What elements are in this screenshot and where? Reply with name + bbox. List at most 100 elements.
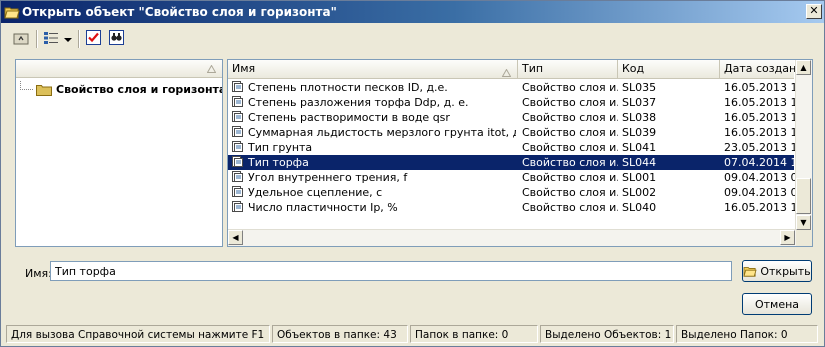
list-row[interactable]: Суммарная льдистость мерзлого грунта ito…	[228, 125, 796, 140]
scroll-thumb[interactable]	[796, 178, 811, 214]
list-rows: Степень плотности песков ID, д.е. Свойств…	[228, 80, 796, 215]
arrow-up-icon: ▲	[800, 63, 807, 72]
cell-type: Свойство слоя и...	[522, 126, 618, 139]
vertical-scrollbar[interactable]: ▲ ▼	[795, 60, 812, 230]
list-row[interactable]: Число пластичности Ip, % Свойство слоя и.…	[228, 200, 796, 215]
tree-connector	[20, 81, 33, 90]
view-mode-button[interactable]	[41, 29, 61, 49]
cell-type: Свойство слоя и...	[522, 156, 618, 169]
find-icon	[108, 30, 124, 48]
cell-type: Свойство слоя и...	[522, 171, 618, 184]
cell-date: 07.04.2014 11:4	[724, 156, 796, 169]
document-icon	[232, 201, 243, 212]
cell-code: SL039	[622, 126, 657, 139]
document-icon	[232, 81, 243, 92]
list-row[interactable]: Тип грунта Свойство слоя и... SL041 23.05.2…	[228, 140, 796, 155]
cell-name: Суммарная льдистость мерзлого грунта ito…	[232, 125, 516, 140]
column-header-name[interactable]: Имя	[228, 60, 518, 78]
sort-arrow-icon	[206, 63, 217, 76]
scroll-right-button[interactable]: ▶	[780, 230, 795, 245]
column-header-type[interactable]: Тип	[518, 60, 618, 78]
folder-tree[interactable]: Свойство слоя и горизонта	[15, 59, 223, 247]
status-selected-objects: Выделено Объектов: 1	[540, 325, 674, 343]
status-selected-folders: Выделено Папок: 0	[676, 325, 818, 343]
cell-name: Тип грунта	[232, 140, 516, 155]
cell-date: 09.04.2013 09:5	[724, 171, 796, 184]
tree-item-root[interactable]: Свойство слоя и горизонта	[20, 81, 223, 96]
cell-type: Свойство слоя и...	[522, 111, 618, 124]
cell-type: Свойство слоя и...	[522, 81, 618, 94]
cell-name: Удельное сцепление, c	[232, 185, 516, 200]
arrow-right-icon: ▶	[784, 233, 791, 242]
title-bar[interactable]: Открыть объект "Свойство слоя и горизонт…	[1, 1, 824, 23]
status-bar: Для вызова Справочной системы нажмите F1…	[4, 325, 821, 345]
cancel-button[interactable]: Отмена	[742, 293, 812, 315]
cell-name: Тип торфа	[232, 155, 516, 170]
close-icon: ✕	[809, 4, 819, 17]
cell-name: Число пластичности Ip, %	[232, 200, 516, 215]
cell-code: SL038	[622, 111, 657, 124]
up-folder-icon	[13, 31, 29, 48]
window-title: Открыть объект "Свойство слоя и горизонт…	[22, 5, 337, 19]
document-icon	[232, 96, 243, 107]
document-icon	[232, 171, 243, 182]
cell-date: 16.05.2013 10:3	[724, 81, 796, 94]
list-header: Имя Тип Код Дата создания	[228, 60, 798, 79]
cell-code: SL037	[622, 96, 657, 109]
sort-arrow-icon	[501, 65, 512, 78]
tree-header	[16, 60, 222, 78]
cell-code: SL040	[622, 201, 657, 214]
cell-type: Свойство слоя и...	[522, 96, 618, 109]
column-header-code[interactable]: Код	[618, 60, 720, 78]
cell-date: 16.05.2013 10:3	[724, 96, 796, 109]
list-row[interactable]: Степень разложения торфа Ddp, д. е. Свойс…	[228, 95, 796, 110]
cell-type: Свойство слоя и...	[522, 201, 618, 214]
tree-item-label: Свойство слоя и горизонта	[56, 83, 223, 96]
up-folder-button[interactable]	[11, 29, 31, 49]
name-input[interactable]	[50, 261, 732, 281]
close-button[interactable]: ✕	[806, 4, 822, 19]
column-header-date[interactable]: Дата создания	[720, 60, 798, 78]
arrow-down-icon: ▼	[800, 218, 807, 227]
cell-name: Степень разложения торфа Ddp, д. е.	[232, 95, 516, 110]
cell-code: SL041	[622, 141, 657, 154]
document-icon	[232, 126, 243, 137]
dropdown-arrow-icon	[64, 33, 72, 46]
cell-date: 16.05.2013 10:3	[724, 201, 796, 214]
list-row[interactable]: Удельное сцепление, c Свойство слоя и... S…	[228, 185, 796, 200]
list-row[interactable]: Угол внутреннего трения, f Свойство слоя …	[228, 170, 796, 185]
scroll-up-button[interactable]: ▲	[796, 60, 811, 75]
cancel-button-label: Отмена	[754, 297, 800, 311]
open-button[interactable]: Открыть	[742, 260, 812, 282]
scroll-down-button[interactable]: ▼	[796, 215, 811, 230]
open-object-dialog: Открыть объект "Свойство слоя и горизонт…	[0, 0, 825, 347]
scroll-left-button[interactable]: ◀	[228, 230, 243, 245]
horizontal-scrollbar[interactable]: ◀ ▶	[228, 229, 796, 246]
status-hint: Для вызова Справочной системы нажмите F1	[6, 325, 270, 343]
toolbar	[1, 24, 824, 52]
cell-code: SL002	[622, 186, 657, 199]
document-icon	[232, 186, 243, 197]
arrow-left-icon: ◀	[232, 233, 239, 242]
object-list[interactable]: Имя Тип Код Дата создания Степень плотно…	[227, 59, 813, 247]
open-folder-icon	[4, 4, 20, 20]
list-row[interactable]: Степень плотности песков ID, д.е. Свойств…	[228, 80, 796, 95]
select-button[interactable]	[83, 29, 103, 49]
status-objects-count: Объектов в папке: 43	[272, 325, 408, 343]
toolbar-separator	[78, 30, 80, 48]
cell-date: 23.05.2013 10:0	[724, 141, 796, 154]
cell-code: SL044	[622, 156, 657, 169]
find-button[interactable]	[106, 29, 126, 49]
cell-code: SL035	[622, 81, 657, 94]
view-mode-dropdown[interactable]	[62, 29, 74, 49]
toolbar-separator	[36, 30, 38, 48]
list-row[interactable]: Степень растворимости в воде qsr Свойство…	[228, 110, 796, 125]
cell-name: Степень растворимости в воде qsr	[232, 110, 516, 125]
list-row[interactable]: Тип торфа Свойство слоя и... SL044 07.04.20…	[228, 155, 796, 170]
cell-name: Угол внутреннего трения, f	[232, 170, 516, 185]
document-icon	[232, 156, 243, 167]
cell-code: SL001	[622, 171, 657, 184]
check-icon	[85, 30, 101, 48]
folder-icon	[36, 83, 52, 96]
name-label: Имя:	[25, 267, 52, 280]
